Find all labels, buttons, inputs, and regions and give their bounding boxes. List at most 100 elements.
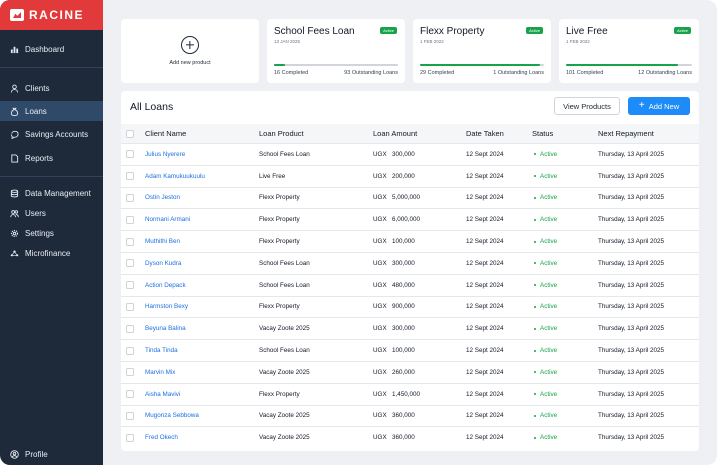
- row-checkbox[interactable]: [126, 237, 134, 246]
- product-card[interactable]: Live Free 1 FEB 2022 Active 101 Complete…: [559, 19, 699, 83]
- next-repayment: Thursday, 13 April 2025: [598, 303, 665, 311]
- select-all-checkbox[interactable]: [126, 129, 134, 138]
- sidebar-item-label: Loans: [25, 106, 47, 116]
- client-name-link[interactable]: Fred Okech: [145, 427, 178, 448]
- table-row[interactable]: Julius Nyerere School Fees Loan UGX 300,…: [121, 143, 699, 165]
- client-name-link[interactable]: Tinda Tinda: [145, 340, 178, 361]
- product-card[interactable]: School Fees Loan 13 JAN 2025 Active 16 C…: [267, 19, 405, 83]
- client-name-link[interactable]: Marvin Mix: [145, 362, 175, 383]
- page-title: All Loans: [130, 101, 174, 113]
- column-header[interactable]: Loan Amount: [373, 124, 417, 143]
- table-row[interactable]: Beyuna Balina Vacay Zoote 2025 UGX 300,0…: [121, 317, 699, 339]
- sidebar-item-clients[interactable]: Clients: [0, 78, 103, 98]
- client-name-link[interactable]: Action Depack: [145, 275, 186, 296]
- client-name-link[interactable]: Ostin Jeston: [145, 188, 180, 209]
- person-icon: [10, 84, 19, 93]
- currency: UGX: [373, 194, 387, 202]
- plus-circle-icon: [181, 36, 199, 54]
- network-icon: [10, 249, 19, 258]
- sidebar-item-microfinance[interactable]: Microfinance: [0, 243, 103, 263]
- sidebar-item-label: Users: [25, 208, 46, 218]
- status-badge: Active: [534, 188, 557, 209]
- table-row[interactable]: Ostin Jeston Flexx Property UGX 5,000,00…: [121, 186, 699, 209]
- row-checkbox[interactable]: [126, 302, 134, 311]
- sidebar-item-savings-accounts[interactable]: Savings Accounts: [0, 124, 103, 144]
- row-checkbox[interactable]: [126, 281, 134, 290]
- product-date: 1 FEB 2022: [420, 39, 444, 44]
- row-checkbox[interactable]: [126, 390, 134, 399]
- status-badge: Active: [534, 275, 557, 296]
- table-row[interactable]: Normani Armani Flexx Property UGX 6,000,…: [121, 208, 699, 230]
- column-header[interactable]: Status: [532, 124, 553, 143]
- progress-bar: [420, 64, 544, 66]
- sidebar-item-loans[interactable]: Loans: [0, 101, 103, 121]
- date-taken: 12 Sept 2024: [466, 347, 504, 355]
- loan-product: Flexx Property: [259, 194, 300, 202]
- sidebar-item-data-management[interactable]: Data Management: [0, 183, 103, 203]
- table-row[interactable]: Mugonza Sebbowa Vacay Zoote 2025 UGX 360…: [121, 404, 699, 427]
- sidebar-item-users[interactable]: Users: [0, 203, 103, 223]
- table-row[interactable]: Adam Kamukuukuulu Live Free UGX 200,000 …: [121, 164, 699, 187]
- table-row[interactable]: Tinda Tinda School Fees Loan UGX 100,000…: [121, 339, 699, 361]
- table-row[interactable]: Fred Okech Vacay Zoote 2025 UGX 360,000 …: [121, 426, 699, 448]
- client-name-link[interactable]: Dyson Kudra: [145, 253, 181, 274]
- client-name-link[interactable]: Muthithi Ben: [145, 231, 180, 252]
- column-header[interactable]: Loan Product: [259, 124, 304, 143]
- progress-bar: [274, 64, 398, 66]
- client-name-link[interactable]: Aisha Mavivi: [145, 384, 180, 405]
- column-header[interactable]: Date Taken: [466, 124, 504, 143]
- client-name-link[interactable]: Beyuna Balina: [145, 318, 186, 339]
- row-checkbox[interactable]: [126, 150, 134, 159]
- client-name-link[interactable]: Harmston Bexy: [145, 297, 188, 318]
- row-checkbox[interactable]: [126, 411, 134, 420]
- next-repayment: Thursday, 13 April 2025: [598, 347, 665, 355]
- next-repayment: Thursday, 13 April 2025: [598, 390, 665, 398]
- row-checkbox[interactable]: [126, 215, 134, 224]
- row-checkbox[interactable]: [126, 172, 134, 181]
- sidebar-item-dashboard[interactable]: Dashboard: [0, 39, 103, 59]
- client-name-link[interactable]: Normani Armani: [145, 209, 190, 230]
- status-badge: Active: [534, 384, 557, 405]
- date-taken: 12 Sept 2024: [466, 390, 504, 398]
- view-products-button[interactable]: View Products: [554, 97, 620, 115]
- row-checkbox[interactable]: [126, 433, 134, 442]
- sidebar-item-settings[interactable]: Settings: [0, 223, 103, 243]
- next-repayment: Thursday, 13 April 2025: [598, 238, 665, 246]
- status-badge: Active: [534, 253, 557, 274]
- logo-icon: [10, 9, 24, 21]
- date-taken: 12 Sept 2024: [466, 150, 504, 158]
- row-checkbox[interactable]: [126, 193, 134, 202]
- completed-count: 29 Completed: [420, 70, 455, 76]
- table-row[interactable]: Action Depack School Fees Loan UGX 480,0…: [121, 273, 699, 296]
- loan-amount: 6,000,000: [392, 216, 421, 224]
- progress-fill: [566, 64, 679, 66]
- loan-amount: 100,000: [392, 238, 415, 246]
- date-taken: 12 Sept 2024: [466, 238, 504, 246]
- profile-label: Profile: [25, 449, 48, 459]
- product-date: 13 JAN 2025: [274, 39, 301, 44]
- row-checkbox[interactable]: [126, 324, 134, 333]
- column-header[interactable]: Next Repayment: [598, 124, 654, 143]
- status-badge: Active: [534, 340, 557, 361]
- sidebar-item-label: Reports: [25, 153, 54, 163]
- row-checkbox[interactable]: [126, 346, 134, 355]
- brand-logo[interactable]: RACINE: [0, 0, 103, 30]
- add-new-button[interactable]: + Add New: [628, 97, 690, 115]
- table-row[interactable]: Harmston Bexy Flexx Property UGX 900,000…: [121, 295, 699, 318]
- sidebar-item-reports[interactable]: Reports: [0, 148, 103, 168]
- table-row[interactable]: Dyson Kudra School Fees Loan UGX 300,000…: [121, 252, 699, 274]
- next-repayment: Thursday, 13 April 2025: [598, 172, 665, 180]
- add-product-card[interactable]: Add new product: [121, 19, 259, 83]
- column-header[interactable]: Client Name: [145, 124, 186, 143]
- table-row[interactable]: Marvin Mix Vacay Zoote 2025 UGX 260,000 …: [121, 361, 699, 383]
- row-checkbox[interactable]: [126, 368, 134, 377]
- table-row[interactable]: Muthithi Ben Flexx Property UGX 100,000 …: [121, 230, 699, 252]
- sidebar-item-profile[interactable]: Profile: [0, 444, 103, 464]
- row-checkbox[interactable]: [126, 259, 134, 268]
- client-name-link[interactable]: Julius Nyerere: [145, 144, 185, 165]
- client-name-link[interactable]: Adam Kamukuukuulu: [145, 166, 205, 187]
- client-name-link[interactable]: Mugonza Sebbowa: [145, 406, 199, 427]
- product-card[interactable]: Flexx Property 1 FEB 2022 Active 29 Comp…: [413, 19, 551, 83]
- currency: UGX: [373, 216, 387, 224]
- table-row[interactable]: Aisha Mavivi Flexx Property UGX 1,450,00…: [121, 382, 699, 405]
